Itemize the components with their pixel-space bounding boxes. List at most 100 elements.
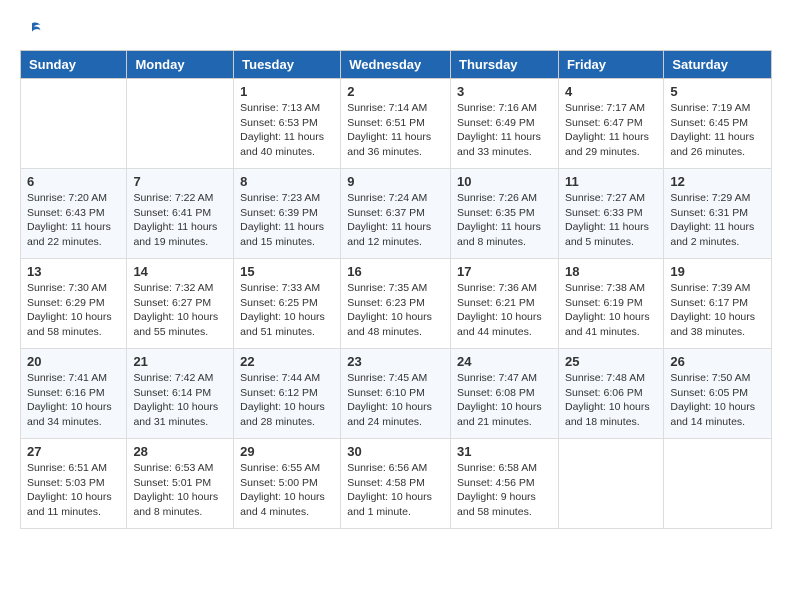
day-info: Sunrise: 6:56 AM Sunset: 4:58 PM Dayligh… xyxy=(347,461,444,520)
day-number: 6 xyxy=(27,174,120,189)
day-number: 19 xyxy=(670,264,765,279)
day-number: 10 xyxy=(457,174,552,189)
day-info: Sunrise: 7:36 AM Sunset: 6:21 PM Dayligh… xyxy=(457,281,552,340)
calendar-cell xyxy=(558,439,663,529)
day-info: Sunrise: 7:22 AM Sunset: 6:41 PM Dayligh… xyxy=(133,191,227,250)
calendar-cell: 21 Sunrise: 7:42 AM Sunset: 6:14 PM Dayli… xyxy=(127,349,234,439)
day-number: 31 xyxy=(457,444,552,459)
weekday-header-cell: Thursday xyxy=(451,51,559,79)
calendar-cell: 24 Sunrise: 7:47 AM Sunset: 6:08 PM Dayli… xyxy=(451,349,559,439)
calendar-cell: 9 Sunrise: 7:24 AM Sunset: 6:37 PM Daylig… xyxy=(341,169,451,259)
day-info: Sunrise: 6:53 AM Sunset: 5:01 PM Dayligh… xyxy=(133,461,227,520)
weekday-header-cell: Wednesday xyxy=(341,51,451,79)
day-number: 21 xyxy=(133,354,227,369)
page-header xyxy=(20,20,772,40)
day-info: Sunrise: 7:39 AM Sunset: 6:17 PM Dayligh… xyxy=(670,281,765,340)
day-number: 22 xyxy=(240,354,334,369)
calendar-cell: 20Sunrise: 7:41 AM Sunset: 6:16 PM Dayli… xyxy=(21,349,127,439)
day-info: Sunrise: 7:35 AM Sunset: 6:23 PM Dayligh… xyxy=(347,281,444,340)
calendar-table: SundayMondayTuesdayWednesdayThursdayFrid… xyxy=(20,50,772,529)
day-number: 4 xyxy=(565,84,657,99)
calendar-cell: 4Sunrise: 7:17 AM Sunset: 6:47 PM Daylig… xyxy=(558,79,663,169)
logo xyxy=(20,20,42,40)
day-info: Sunrise: 7:14 AM Sunset: 6:51 PM Dayligh… xyxy=(347,101,444,160)
day-number: 20 xyxy=(27,354,120,369)
calendar-cell: 19 Sunrise: 7:39 AM Sunset: 6:17 PM Dayli… xyxy=(664,259,772,349)
calendar-cell: 14 Sunrise: 7:32 AM Sunset: 6:27 PM Dayli… xyxy=(127,259,234,349)
day-info: Sunrise: 7:38 AM Sunset: 6:19 PM Dayligh… xyxy=(565,281,657,340)
calendar-cell: 13Sunrise: 7:30 AM Sunset: 6:29 PM Dayli… xyxy=(21,259,127,349)
calendar-cell: 18 Sunrise: 7:38 AM Sunset: 6:19 PM Dayli… xyxy=(558,259,663,349)
day-number: 18 xyxy=(565,264,657,279)
calendar-cell: 1 Sunrise: 7:13 AM Sunset: 6:53 PM Daylig… xyxy=(234,79,341,169)
day-info: Sunrise: 7:33 AM Sunset: 6:25 PM Dayligh… xyxy=(240,281,334,340)
day-number: 7 xyxy=(133,174,227,189)
day-info: Sunrise: 7:20 AM Sunset: 6:43 PM Dayligh… xyxy=(27,191,120,250)
calendar-cell: 11Sunrise: 7:27 AM Sunset: 6:33 PM Dayli… xyxy=(558,169,663,259)
calendar-cell: 27Sunrise: 6:51 AM Sunset: 5:03 PM Dayli… xyxy=(21,439,127,529)
day-number: 29 xyxy=(240,444,334,459)
day-info: Sunrise: 7:16 AM Sunset: 6:49 PM Dayligh… xyxy=(457,101,552,160)
day-number: 30 xyxy=(347,444,444,459)
calendar-cell: 8 Sunrise: 7:23 AM Sunset: 6:39 PM Daylig… xyxy=(234,169,341,259)
calendar-cell: 5 Sunrise: 7:19 AM Sunset: 6:45 PM Daylig… xyxy=(664,79,772,169)
day-number: 9 xyxy=(347,174,444,189)
day-info: Sunrise: 6:58 AM Sunset: 4:56 PM Dayligh… xyxy=(457,461,552,520)
day-info: Sunrise: 6:55 AM Sunset: 5:00 PM Dayligh… xyxy=(240,461,334,520)
day-info: Sunrise: 7:24 AM Sunset: 6:37 PM Dayligh… xyxy=(347,191,444,250)
day-number: 1 xyxy=(240,84,334,99)
day-info: Sunrise: 7:29 AM Sunset: 6:31 PM Dayligh… xyxy=(670,191,765,250)
day-info: Sunrise: 7:44 AM Sunset: 6:12 PM Dayligh… xyxy=(240,371,334,430)
day-number: 24 xyxy=(457,354,552,369)
calendar-cell: 7 Sunrise: 7:22 AM Sunset: 6:41 PM Daylig… xyxy=(127,169,234,259)
day-number: 25 xyxy=(565,354,657,369)
calendar-cell: 28 Sunrise: 6:53 AM Sunset: 5:01 PM Dayli… xyxy=(127,439,234,529)
weekday-header-cell: Sunday xyxy=(21,51,127,79)
day-number: 3 xyxy=(457,84,552,99)
calendar-cell xyxy=(127,79,234,169)
day-info: Sunrise: 7:26 AM Sunset: 6:35 PM Dayligh… xyxy=(457,191,552,250)
weekday-header-cell: Monday xyxy=(127,51,234,79)
calendar-cell: 17Sunrise: 7:36 AM Sunset: 6:21 PM Dayli… xyxy=(451,259,559,349)
day-number: 2 xyxy=(347,84,444,99)
calendar-cell: 26 Sunrise: 7:50 AM Sunset: 6:05 PM Dayli… xyxy=(664,349,772,439)
weekday-header-row: SundayMondayTuesdayWednesdayThursdayFrid… xyxy=(21,51,772,79)
day-number: 15 xyxy=(240,264,334,279)
day-info: Sunrise: 7:19 AM Sunset: 6:45 PM Dayligh… xyxy=(670,101,765,160)
day-number: 5 xyxy=(670,84,765,99)
calendar-week-row: 1 Sunrise: 7:13 AM Sunset: 6:53 PM Daylig… xyxy=(21,79,772,169)
calendar-week-row: 20Sunrise: 7:41 AM Sunset: 6:16 PM Dayli… xyxy=(21,349,772,439)
day-number: 14 xyxy=(133,264,227,279)
day-info: Sunrise: 7:13 AM Sunset: 6:53 PM Dayligh… xyxy=(240,101,334,160)
calendar-cell: 3 Sunrise: 7:16 AM Sunset: 6:49 PM Daylig… xyxy=(451,79,559,169)
day-info: Sunrise: 7:32 AM Sunset: 6:27 PM Dayligh… xyxy=(133,281,227,340)
calendar-cell: 2 Sunrise: 7:14 AM Sunset: 6:51 PM Daylig… xyxy=(341,79,451,169)
logo-bird-icon xyxy=(22,20,42,40)
weekday-header-cell: Tuesday xyxy=(234,51,341,79)
calendar-cell: 30 Sunrise: 6:56 AM Sunset: 4:58 PM Dayli… xyxy=(341,439,451,529)
calendar-week-row: 27Sunrise: 6:51 AM Sunset: 5:03 PM Dayli… xyxy=(21,439,772,529)
calendar-cell xyxy=(21,79,127,169)
day-number: 12 xyxy=(670,174,765,189)
day-info: Sunrise: 7:27 AM Sunset: 6:33 PM Dayligh… xyxy=(565,191,657,250)
calendar-body: 1 Sunrise: 7:13 AM Sunset: 6:53 PM Daylig… xyxy=(21,79,772,529)
day-info: Sunrise: 7:47 AM Sunset: 6:08 PM Dayligh… xyxy=(457,371,552,430)
day-info: Sunrise: 7:42 AM Sunset: 6:14 PM Dayligh… xyxy=(133,371,227,430)
day-number: 26 xyxy=(670,354,765,369)
day-number: 28 xyxy=(133,444,227,459)
calendar-cell: 31 Sunrise: 6:58 AM Sunset: 4:56 PM Dayli… xyxy=(451,439,559,529)
calendar-cell: 25 Sunrise: 7:48 AM Sunset: 6:06 PM Dayli… xyxy=(558,349,663,439)
day-info: Sunrise: 7:45 AM Sunset: 6:10 PM Dayligh… xyxy=(347,371,444,430)
day-number: 16 xyxy=(347,264,444,279)
calendar-cell xyxy=(664,439,772,529)
day-info: Sunrise: 7:23 AM Sunset: 6:39 PM Dayligh… xyxy=(240,191,334,250)
weekday-header-cell: Saturday xyxy=(664,51,772,79)
day-info: Sunrise: 7:48 AM Sunset: 6:06 PM Dayligh… xyxy=(565,371,657,430)
calendar-week-row: 6 Sunrise: 7:20 AM Sunset: 6:43 PM Daylig… xyxy=(21,169,772,259)
calendar-cell: 23Sunrise: 7:45 AM Sunset: 6:10 PM Dayli… xyxy=(341,349,451,439)
day-info: Sunrise: 7:50 AM Sunset: 6:05 PM Dayligh… xyxy=(670,371,765,430)
calendar-cell: 10 Sunrise: 7:26 AM Sunset: 6:35 PM Dayli… xyxy=(451,169,559,259)
day-info: Sunrise: 7:30 AM Sunset: 6:29 PM Dayligh… xyxy=(27,281,120,340)
calendar-week-row: 13Sunrise: 7:30 AM Sunset: 6:29 PM Dayli… xyxy=(21,259,772,349)
day-number: 8 xyxy=(240,174,334,189)
